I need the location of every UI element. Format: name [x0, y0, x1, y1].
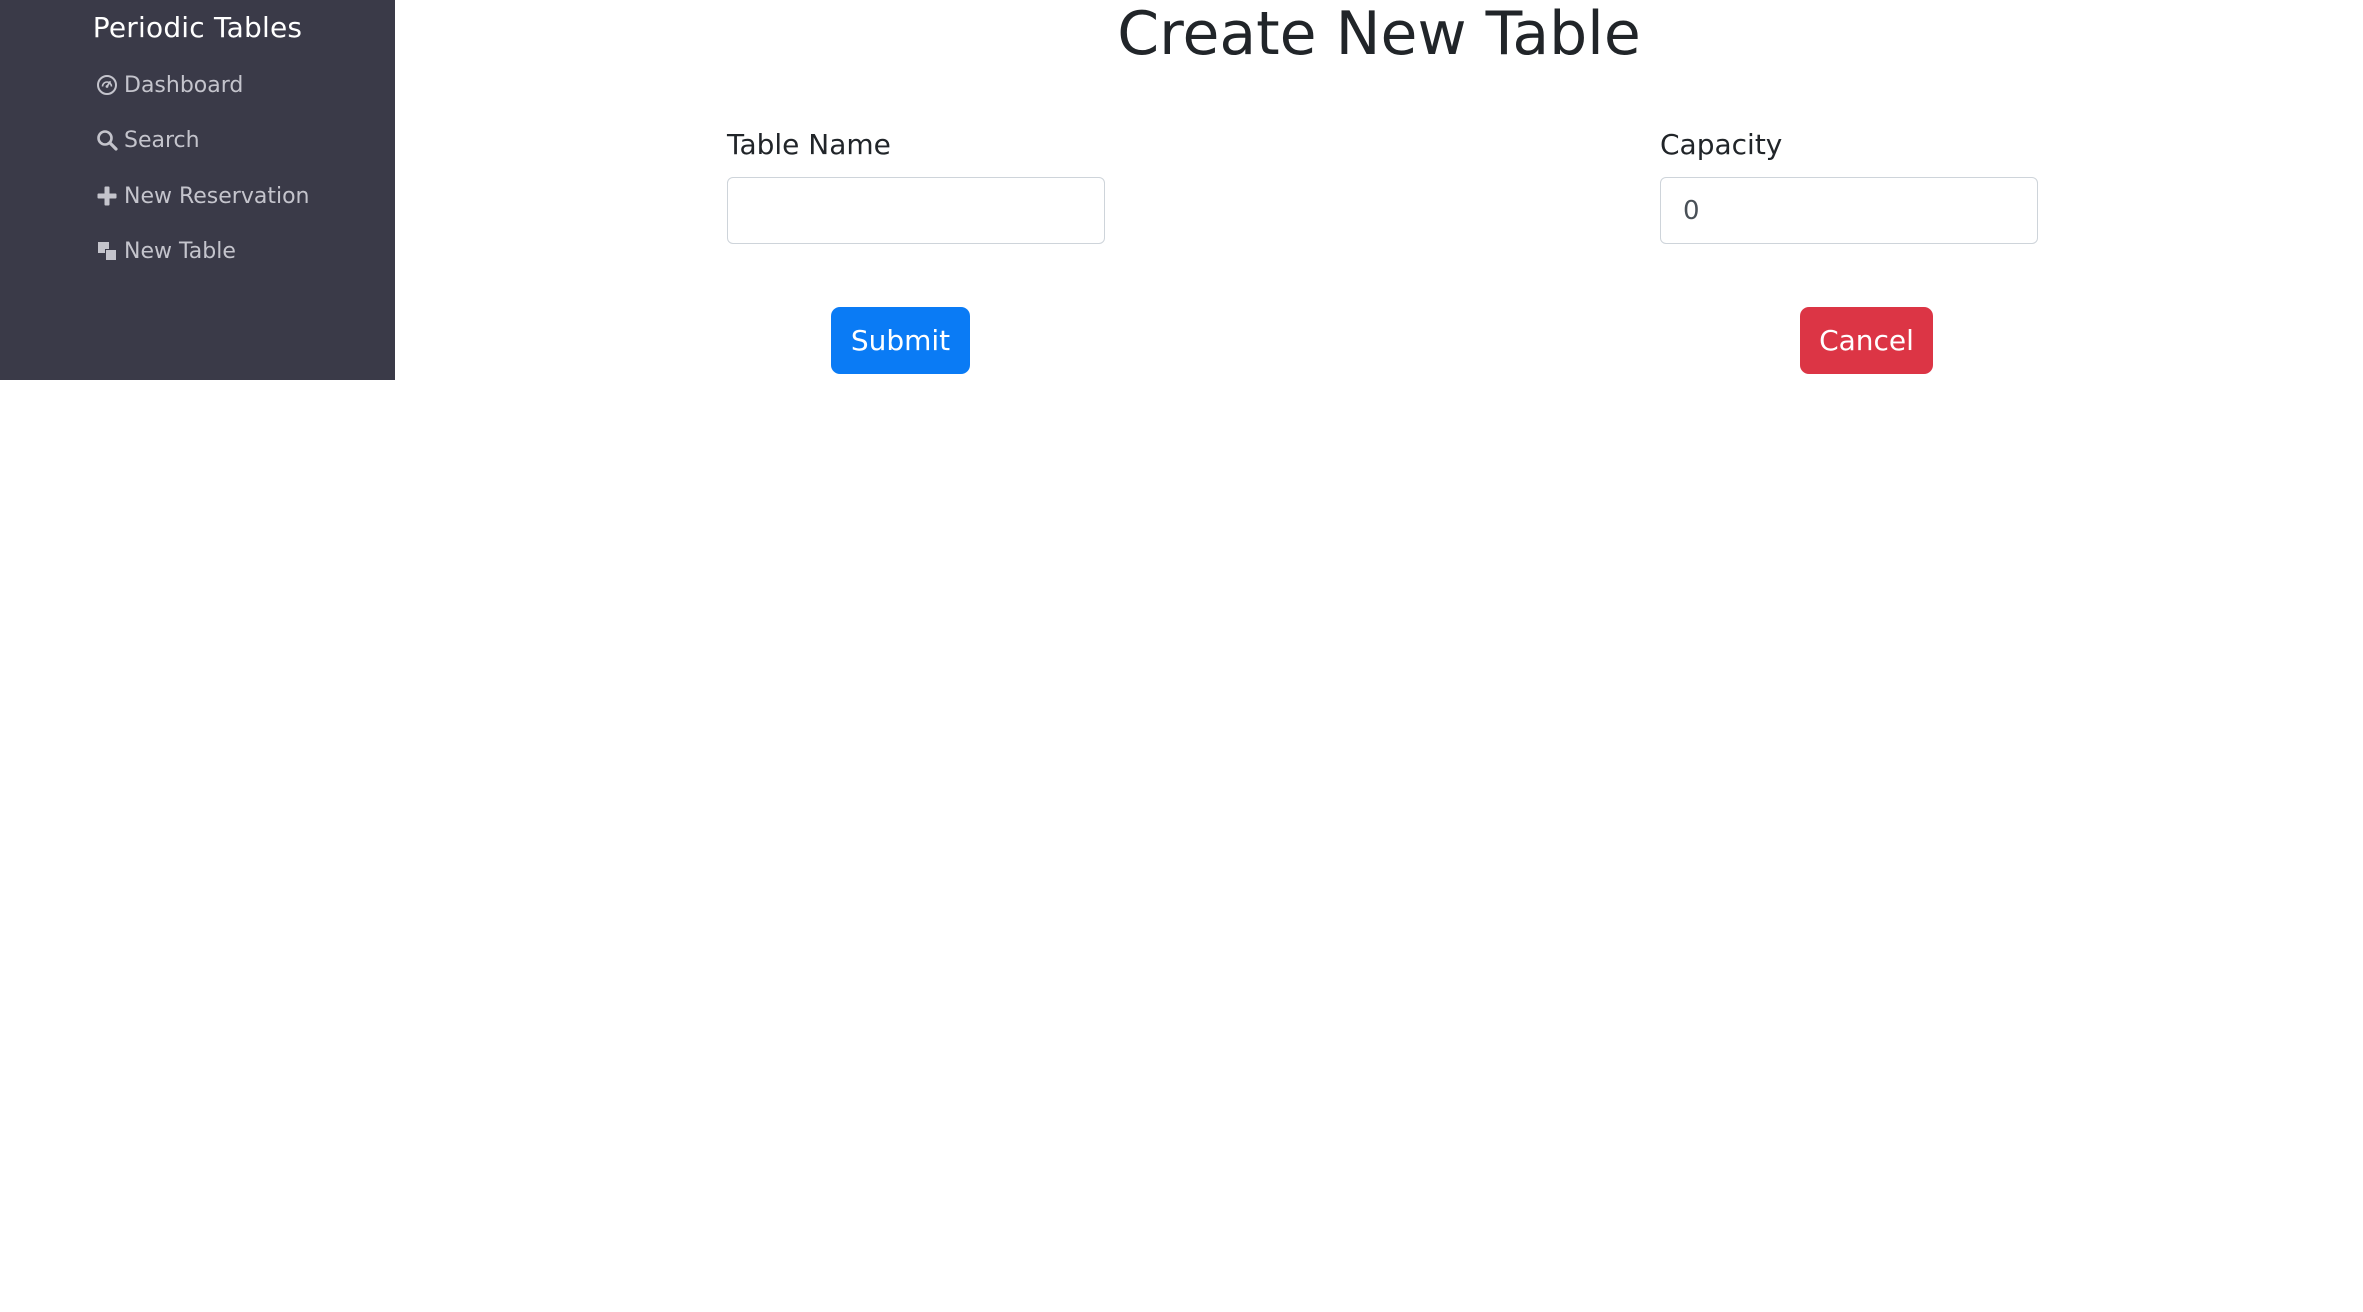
capacity-input[interactable] [1660, 177, 2038, 244]
table-name-input[interactable] [727, 177, 1105, 244]
sidebar-item-label: Search [124, 127, 200, 153]
sidebar-item-label: New Reservation [124, 183, 310, 209]
table-name-label: Table Name [727, 128, 891, 161]
brand-title[interactable]: Periodic Tables [0, 8, 395, 48]
search-icon [95, 128, 119, 152]
cancel-button[interactable]: Cancel [1800, 307, 1933, 374]
sidebar-item-new-reservation[interactable]: New Reservation [95, 176, 310, 216]
sidebar-item-label: Dashboard [124, 72, 244, 98]
submit-button[interactable]: Submit [831, 307, 970, 374]
sidebar: Periodic Tables Dashboard Search New Res… [0, 0, 395, 380]
table-icon [95, 239, 119, 263]
sidebar-item-new-table[interactable]: New Table [95, 231, 236, 271]
sidebar-item-label: New Table [124, 238, 236, 264]
sidebar-item-search[interactable]: Search [95, 120, 200, 160]
sidebar-item-dashboard[interactable]: Dashboard [95, 65, 243, 105]
page-title: Create New Table [1117, 0, 1641, 69]
capacity-label: Capacity [1660, 128, 1783, 161]
plus-icon [95, 184, 119, 208]
dashboard-icon [95, 73, 119, 97]
